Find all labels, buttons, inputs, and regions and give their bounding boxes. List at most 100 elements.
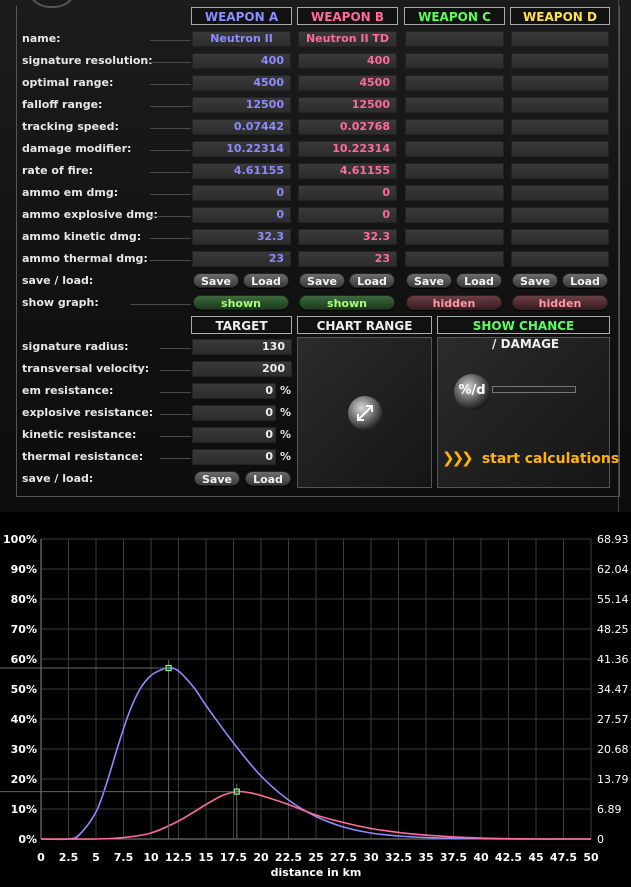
- weapon-2-name-field[interactable]: [405, 31, 504, 47]
- weapon-3-save-button[interactable]: Save: [512, 273, 558, 288]
- show-sep: /: [487, 337, 501, 351]
- weapon-2-ammo-thermal-dmg-field[interactable]: [405, 251, 504, 267]
- target-label-thermal-resistance: thermal resistance:: [22, 450, 144, 463]
- y-left-tick-label: 80%: [11, 593, 37, 606]
- label-leader-line: [150, 238, 191, 239]
- weapon-2-damage-modifier-field[interactable]: [405, 141, 504, 157]
- weapon-3-name-field[interactable]: [511, 31, 609, 47]
- weapon-2-graph-toggle[interactable]: hidden: [406, 295, 502, 310]
- weapon-0-ammo-thermal-dmg-field[interactable]: 23: [192, 251, 291, 267]
- weapon-1-load-button[interactable]: Load: [349, 273, 395, 288]
- chart-range-handle[interactable]: [348, 396, 382, 430]
- x-tick-label: 42.5: [495, 851, 522, 864]
- label-ammo_kinetic_dmg: ammo kinetic dmg:: [22, 230, 142, 243]
- weapon-1-falloff-range-field[interactable]: 12500: [298, 97, 397, 113]
- label-ammo_thermal_dmg: ammo thermal dmg:: [22, 252, 148, 265]
- weapon-header-0: WEAPON A: [191, 7, 292, 25]
- weapon-3-tracking-speed-field[interactable]: [511, 119, 609, 135]
- weapon-panel-area: WEAPON A WEAPON B WEAPON C WEAPON D name: Neu…: [0, 0, 631, 512]
- weapon-1-rate-of-fire-field[interactable]: 4.61155: [298, 163, 397, 179]
- show-chance-label: SHOW CHANCE: [472, 319, 575, 333]
- weapon-2-falloff-range-field[interactable]: [405, 97, 504, 113]
- weapon-2-load-button[interactable]: Load: [456, 273, 502, 288]
- target-explosive-resistance-field[interactable]: 0: [192, 405, 276, 421]
- weapon-3-ammo-kinetic-dmg-field[interactable]: [511, 229, 609, 245]
- y-right-tick-label: 20.68: [597, 743, 629, 756]
- weapon-0-rate-of-fire-field[interactable]: 4.61155: [192, 163, 291, 179]
- target-signature-radius-field[interactable]: 130: [192, 339, 292, 355]
- weapon-3-graph-toggle[interactable]: hidden: [512, 295, 608, 310]
- target-transversal-velocity-field[interactable]: 200: [192, 361, 292, 377]
- label-tracking_speed: tracking speed:: [22, 120, 119, 133]
- weapon-1-signature-resolution-field[interactable]: 400: [298, 53, 397, 69]
- weapon-1-graph-toggle[interactable]: shown: [299, 295, 395, 310]
- weapon-2-tracking-speed-field[interactable]: [405, 119, 504, 135]
- x-tick-label: 40: [473, 851, 489, 864]
- show-mode-header[interactable]: SHOW CHANCE / DAMAGE: [437, 316, 610, 351]
- x-tick-label: 47.5: [550, 851, 577, 864]
- label-leader-line: [150, 128, 191, 129]
- target-thermal-resistance-field[interactable]: 0: [192, 449, 276, 465]
- weapon-1-name-field[interactable]: Neutron II TD: [298, 31, 397, 47]
- start-calculations-button[interactable]: ❯❯❯ start calculations: [442, 448, 619, 468]
- side-scroll-edge: [618, 0, 631, 512]
- x-tick-label: 22.5: [275, 851, 302, 864]
- y-left-tick-label: 10%: [11, 803, 37, 816]
- resize-arrows-icon: [357, 405, 373, 421]
- weapon-1-damage-modifier-field[interactable]: 10.22314: [298, 141, 397, 157]
- chance-damage-toggle[interactable]: %/d: [454, 374, 490, 410]
- weapon-0-name-field[interactable]: Neutron II: [192, 31, 291, 47]
- weapon-2-rate-of-fire-field[interactable]: [405, 163, 504, 179]
- x-tick-label: 5: [92, 851, 100, 864]
- weapon-1-tracking-speed-field[interactable]: 0.02768: [298, 119, 397, 135]
- weapon-2-signature-resolution-field[interactable]: [405, 53, 504, 69]
- label-ammo_explosive_dmg: ammo explosive dmg:: [22, 208, 158, 221]
- weapon-2-ammo-explosive-dmg-field[interactable]: [405, 207, 504, 223]
- weapon-3-load-button[interactable]: Load: [562, 273, 608, 288]
- toggle-slider-track[interactable]: [492, 386, 576, 393]
- target-em-resistance-field[interactable]: 0: [192, 383, 276, 399]
- weapon-1-ammo-explosive-dmg-field[interactable]: 0: [298, 207, 397, 223]
- weapon-1-ammo-kinetic-dmg-field[interactable]: 32.3: [298, 229, 397, 245]
- weapon-3-ammo-em-dmg-field[interactable]: [511, 185, 609, 201]
- weapon-1-optimal-range-field[interactable]: 4500: [298, 75, 397, 91]
- weapon-3-damage-modifier-field[interactable]: [511, 141, 609, 157]
- label-leader-line: [160, 458, 191, 459]
- weapon-3-rate-of-fire-field[interactable]: [511, 163, 609, 179]
- weapon-0-damage-modifier-field[interactable]: 10.22314: [192, 141, 291, 157]
- target-save-button[interactable]: Save: [194, 471, 240, 486]
- weapon-0-falloff-range-field[interactable]: 12500: [192, 97, 291, 113]
- arrow-icon: ❯❯❯: [442, 449, 474, 467]
- weapon-0-ammo-em-dmg-field[interactable]: 0: [192, 185, 291, 201]
- weapon-3-ammo-explosive-dmg-field[interactable]: [511, 207, 609, 223]
- weapon-0-graph-toggle[interactable]: shown: [193, 295, 289, 310]
- weapon-2-ammo-em-dmg-field[interactable]: [405, 185, 504, 201]
- label-leader-line: [160, 414, 191, 415]
- weapon-0-load-button[interactable]: Load: [243, 273, 289, 288]
- weapon-2-save-button[interactable]: Save: [406, 273, 452, 288]
- weapon-3-falloff-range-field[interactable]: [511, 97, 609, 113]
- weapon-0-ammo-explosive-dmg-field[interactable]: 0: [192, 207, 291, 223]
- y-left-tick-label: 70%: [11, 623, 37, 636]
- weapon-1-ammo-em-dmg-field[interactable]: 0: [298, 185, 397, 201]
- weapon-2-ammo-kinetic-dmg-field[interactable]: [405, 229, 504, 245]
- weapon-0-optimal-range-field[interactable]: 4500: [192, 75, 291, 91]
- y-right-tick-label: 27.57: [597, 713, 629, 726]
- weapon-3-ammo-thermal-dmg-field[interactable]: [511, 251, 609, 267]
- weapon-3-signature-resolution-field[interactable]: [511, 53, 609, 69]
- weapon-1-save-button[interactable]: Save: [299, 273, 345, 288]
- weapon-1-ammo-thermal-dmg-field[interactable]: 23: [298, 251, 397, 267]
- weapon-0-signature-resolution-field[interactable]: 400: [192, 53, 291, 69]
- weapon-0-ammo-kinetic-dmg-field[interactable]: 32.3: [192, 229, 291, 245]
- label-leader-line: [150, 194, 191, 195]
- weapon-0-save-button[interactable]: Save: [193, 273, 239, 288]
- target-load-button[interactable]: Load: [245, 471, 291, 486]
- y-right-tick-label: 68.93: [597, 533, 629, 546]
- weapon-3-optimal-range-field[interactable]: [511, 75, 609, 91]
- x-tick-label: 27.5: [330, 851, 357, 864]
- target-kinetic-resistance-field[interactable]: 0: [192, 427, 276, 443]
- y-left-tick-label: 100%: [3, 533, 37, 546]
- x-tick-label: 7.5: [114, 851, 134, 864]
- weapon-0-tracking-speed-field[interactable]: 0.07442: [192, 119, 291, 135]
- weapon-2-optimal-range-field[interactable]: [405, 75, 504, 91]
